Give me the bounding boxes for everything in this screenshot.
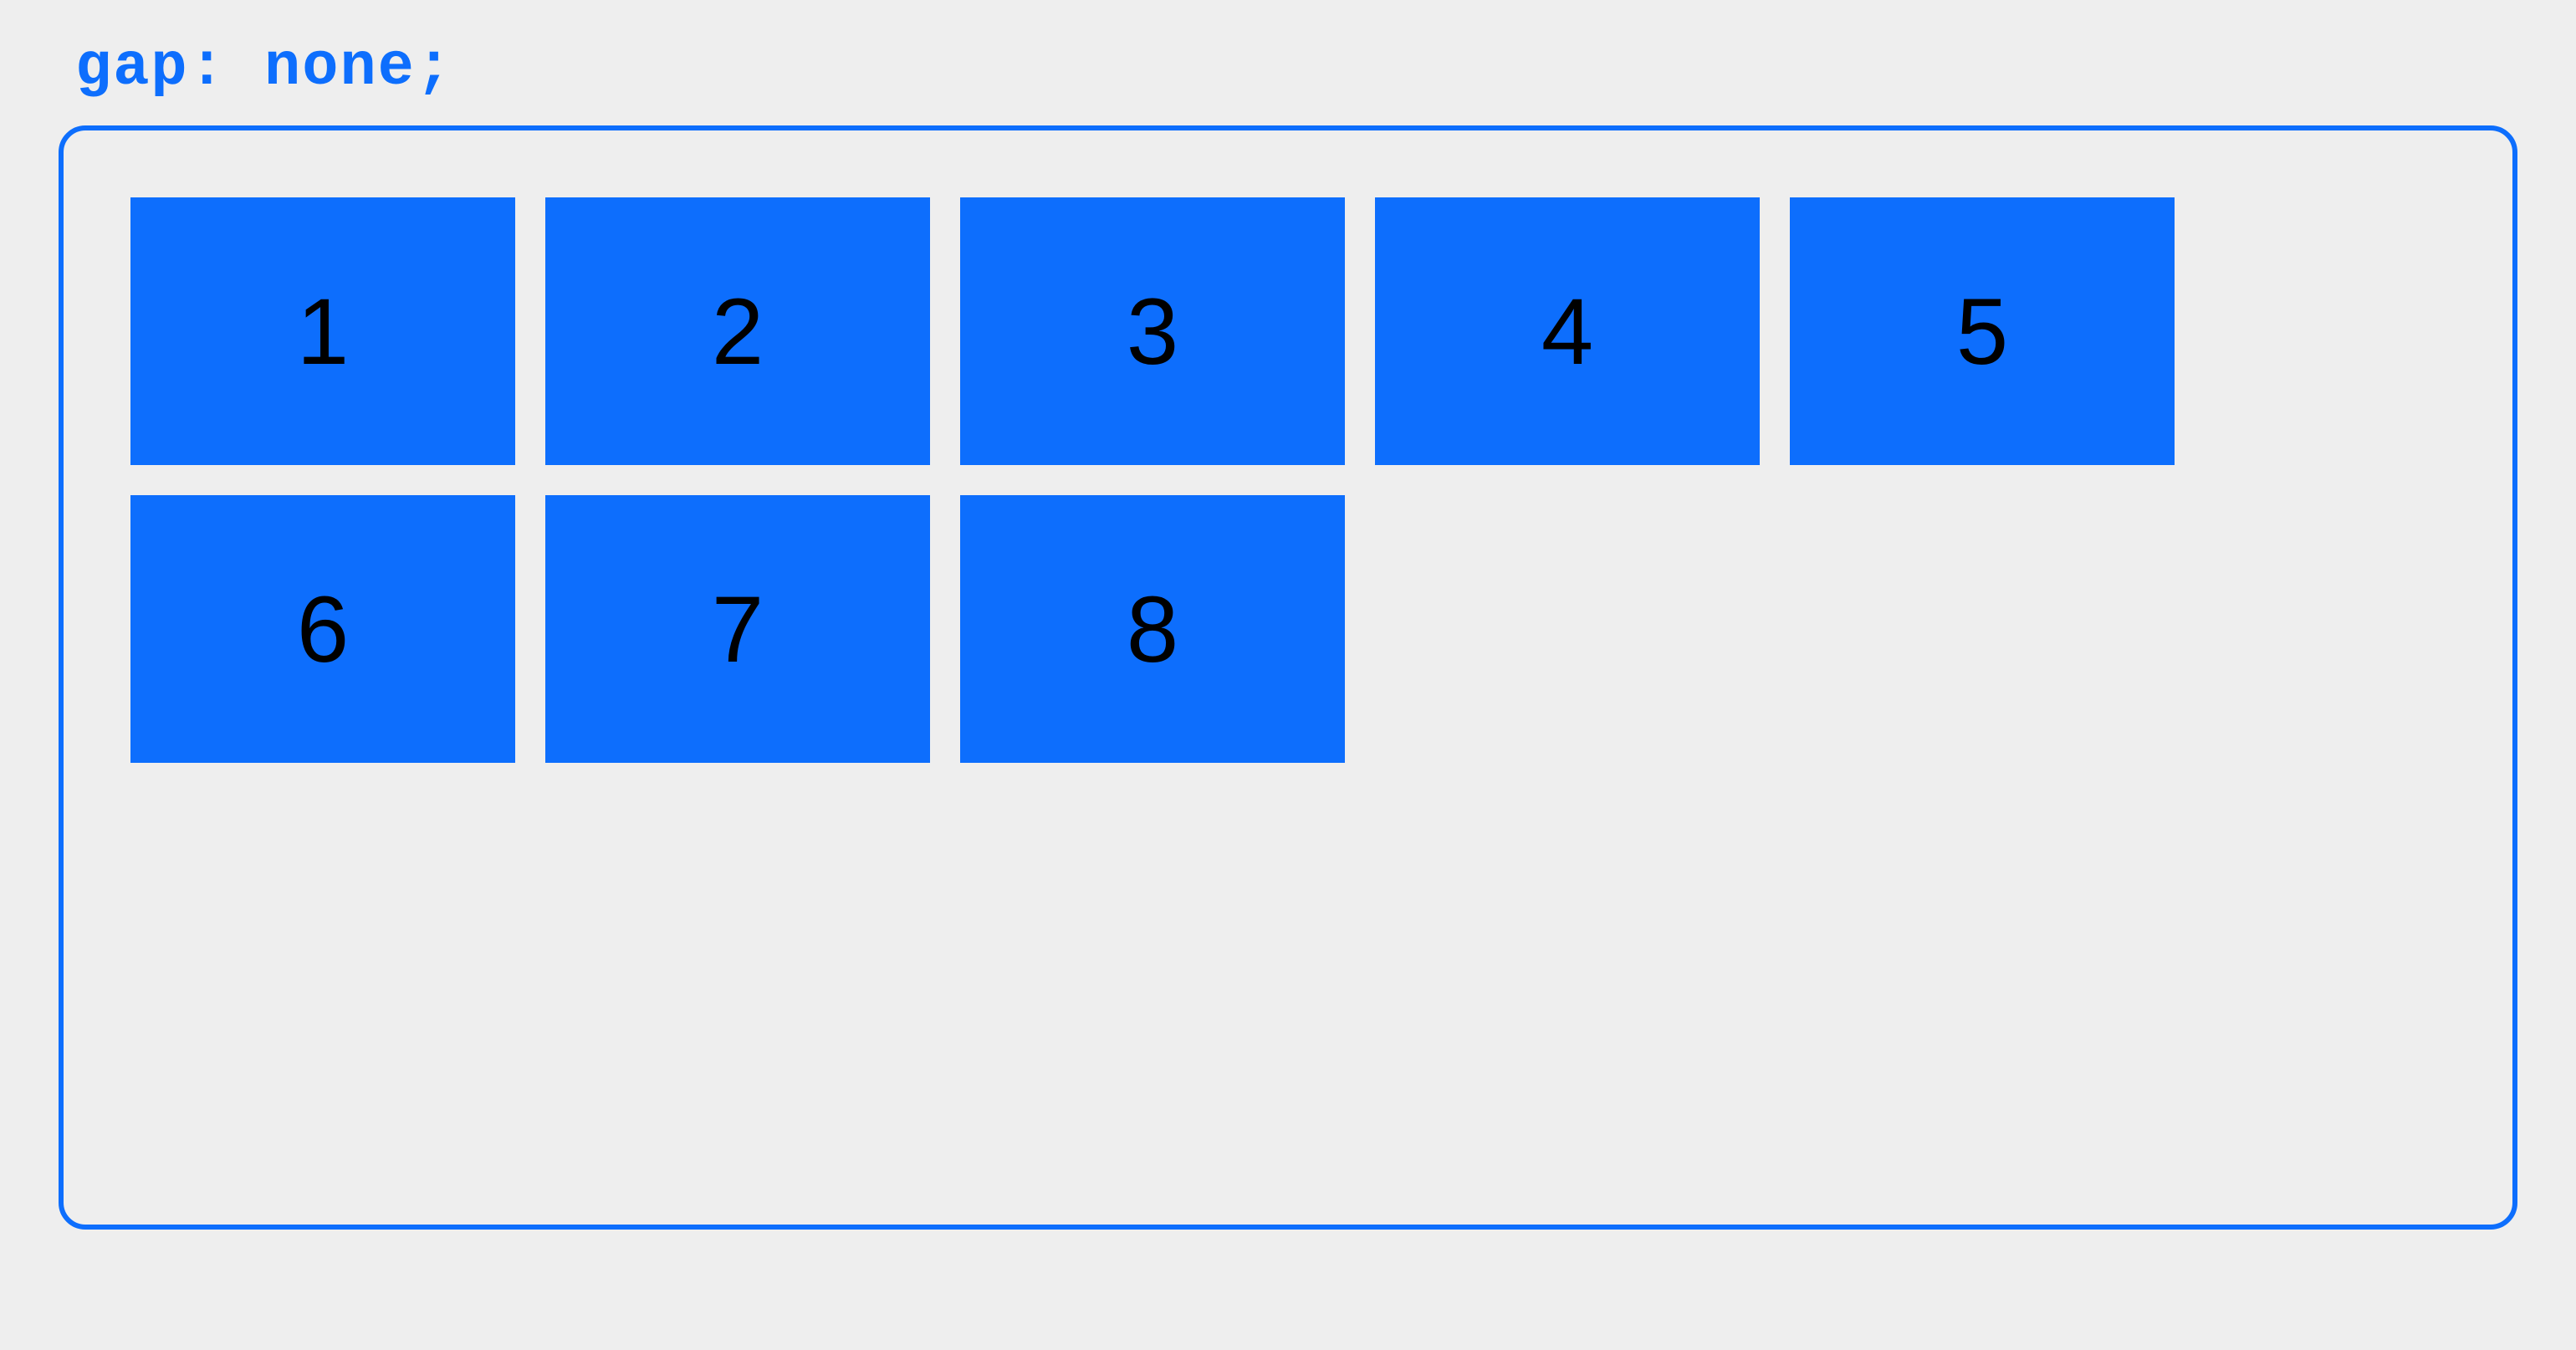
grid-item: 3 (960, 197, 1345, 465)
grid-container: 1 2 3 4 5 6 7 8 (59, 125, 2517, 1230)
grid-item: 7 (545, 495, 930, 763)
grid: 1 2 3 4 5 6 7 8 (130, 197, 2446, 763)
css-code-label: gap: none; (75, 33, 2543, 102)
grid-item: 2 (545, 197, 930, 465)
example-wrapper: gap: none; 1 2 3 4 5 6 7 8 (33, 33, 2543, 1230)
grid-item: 8 (960, 495, 1345, 763)
grid-item: 4 (1375, 197, 1760, 465)
grid-item: 1 (130, 197, 515, 465)
grid-item: 5 (1790, 197, 2175, 465)
grid-item: 6 (130, 495, 515, 763)
